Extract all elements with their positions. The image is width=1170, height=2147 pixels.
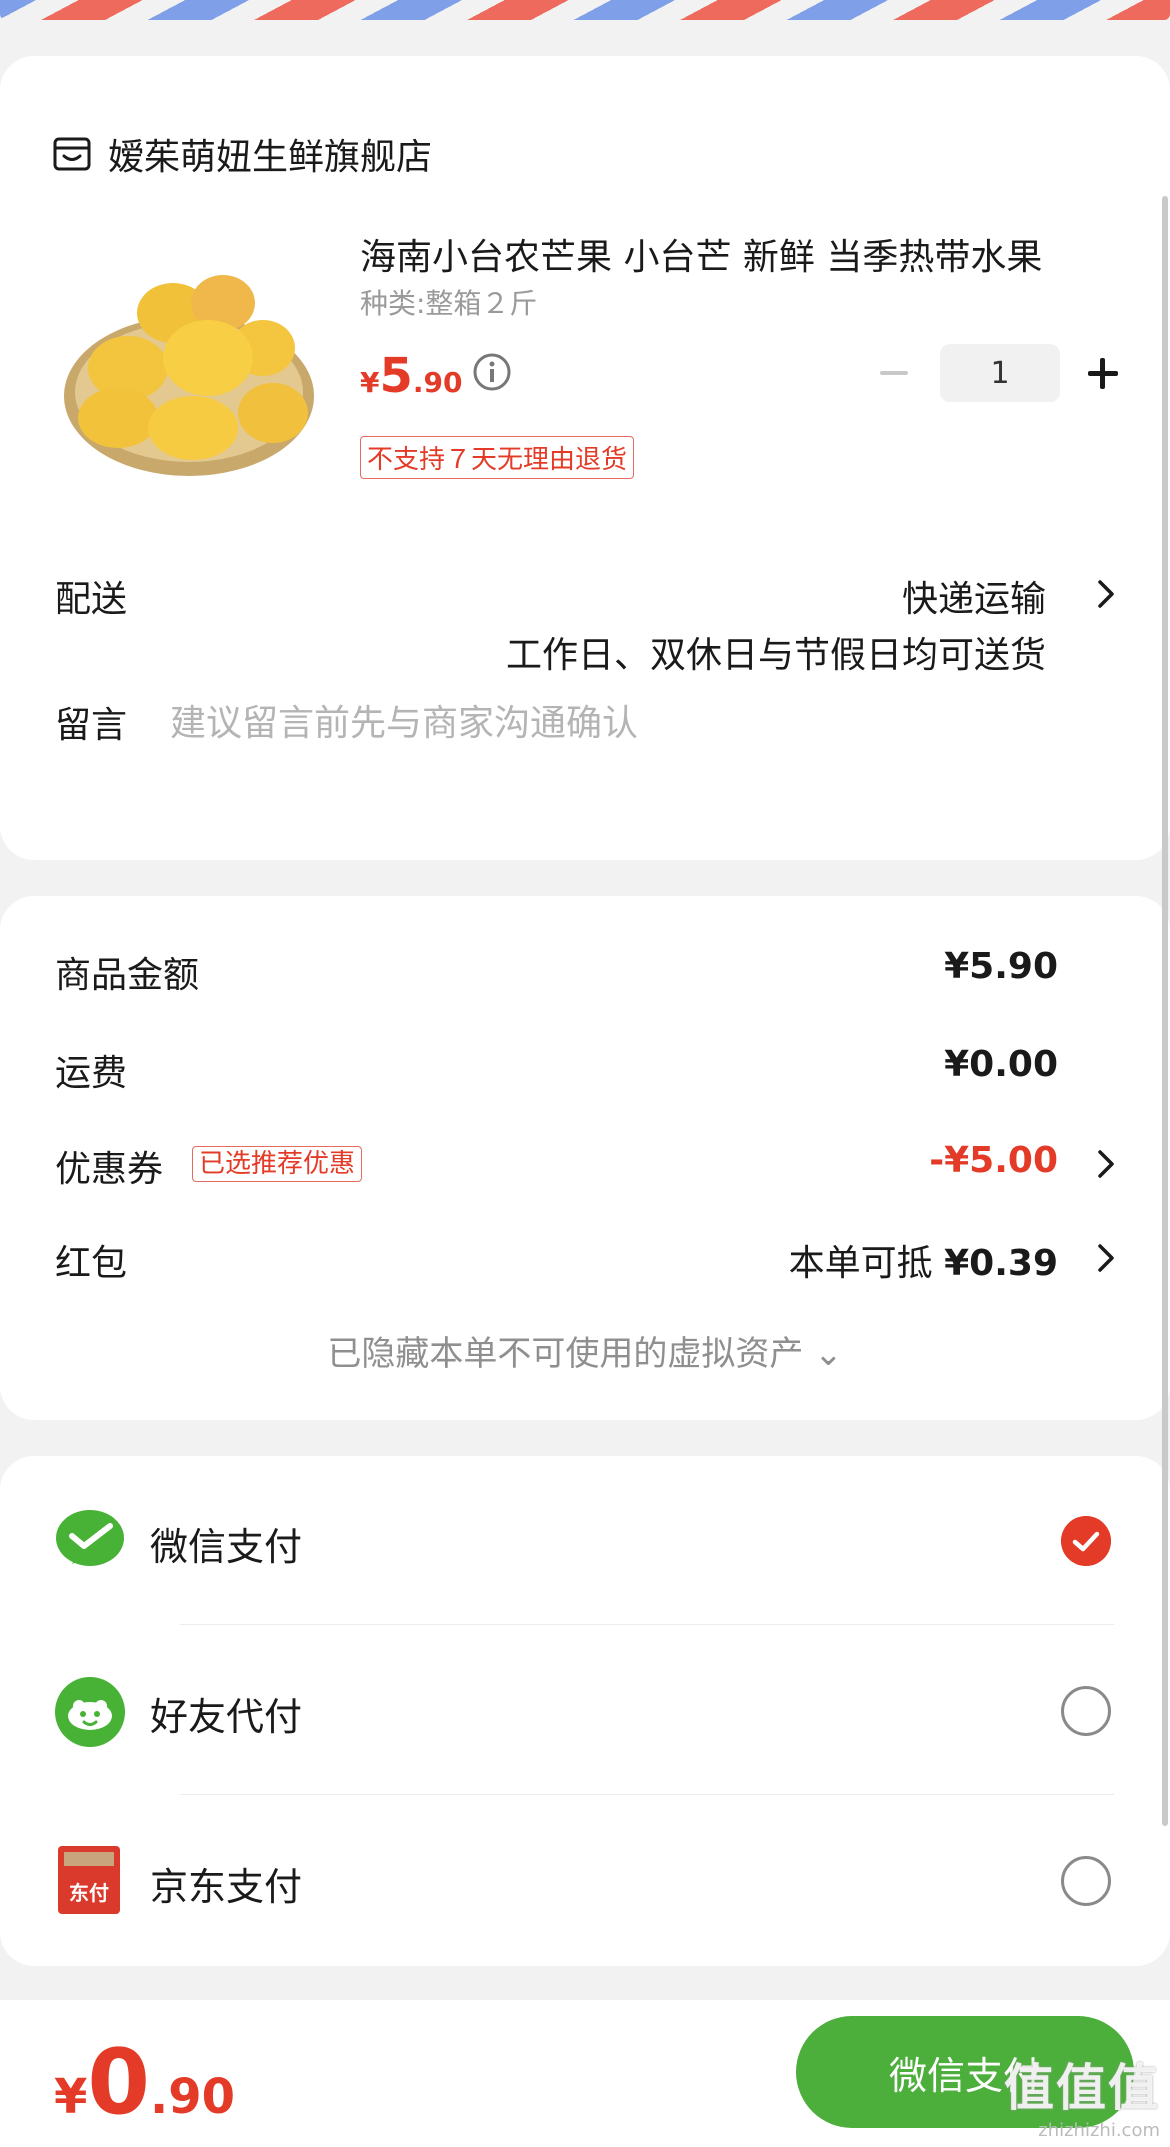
total-currency: ¥ bbox=[54, 2069, 88, 2125]
order-card: 嫒茱萌妞生鲜旗舰店 海南小台农芒果 小台芒 新鲜 当季热带水果 种类:整箱２斤 … bbox=[0, 56, 1170, 860]
chevron-right-icon[interactable] bbox=[1094, 1238, 1120, 1278]
divider bbox=[180, 1624, 1114, 1625]
wechat-pay-icon bbox=[56, 1510, 124, 1566]
payment-methods-card: 微信支付 好友代付 东付 京东支付 bbox=[0, 1456, 1170, 1966]
friend-pay-icon bbox=[55, 1677, 125, 1747]
hongbao-prefix: 本单可抵 bbox=[788, 1243, 933, 1284]
checkout-bar: ¥ 0 .90 微信支付 值值值 zhizhizhi.com bbox=[0, 2000, 1170, 2147]
product-image[interactable] bbox=[58, 248, 320, 480]
delivery-note: 工作日、双休日与节假日均可送货 bbox=[505, 635, 1046, 676]
scrollbar[interactable] bbox=[1162, 196, 1168, 1826]
delivery-method[interactable]: 快递运输 bbox=[902, 570, 1046, 622]
chevron-right-icon[interactable] bbox=[1094, 1144, 1120, 1184]
shop-header[interactable]: 嫒茱萌妞生鲜旗舰店 bbox=[52, 124, 432, 184]
coupon-amount[interactable]: -¥5.00 bbox=[929, 1140, 1058, 1181]
hongbao-label: 红包 bbox=[55, 1243, 128, 1284]
quantity-stepper: 1 bbox=[872, 344, 1124, 402]
hongbao-value[interactable]: 本单可抵 ¥0.39 bbox=[789, 1234, 1058, 1286]
total-decimal: .90 bbox=[150, 2069, 236, 2125]
divider bbox=[180, 1794, 1114, 1795]
product-price: ¥ 5 .90 bbox=[360, 348, 463, 404]
shop-name: 嫒茱萌妞生鲜旗舰店 bbox=[108, 137, 433, 178]
product-title[interactable]: 海南小台农芒果 小台芒 新鲜 当季热带水果 bbox=[360, 228, 1120, 280]
payment-option-wechat[interactable]: 微信支付 bbox=[0, 1456, 1170, 1626]
watermark-logo: 值值值 bbox=[1004, 2059, 1160, 2117]
coupon-label: 优惠券 bbox=[55, 1149, 164, 1190]
hidden-assets-toggle[interactable]: 已隐藏本单不可使用的虚拟资产 ⌄ bbox=[0, 1326, 1170, 1375]
payment-label: 好友代付 bbox=[150, 1695, 303, 1739]
watermark-url: zhizhizhi.com bbox=[1038, 2120, 1160, 2141]
info-icon[interactable] bbox=[472, 352, 512, 392]
delivery-label: 配送 bbox=[55, 579, 128, 620]
return-policy-badge: 不支持７天无理由退货 bbox=[360, 436, 635, 479]
increase-button[interactable] bbox=[1080, 345, 1124, 401]
message-label: 留言 bbox=[55, 705, 128, 746]
total-price: ¥ 0 .90 bbox=[54, 2030, 235, 2135]
radio-unchecked-icon[interactable] bbox=[1061, 1856, 1111, 1906]
price-currency: ¥ bbox=[360, 366, 380, 399]
airmail-border bbox=[0, 0, 1170, 20]
shipping-label: 运费 bbox=[55, 1053, 128, 1094]
product-spec: 种类:整箱２斤 bbox=[360, 287, 538, 320]
svg-text:东付: 东付 bbox=[69, 1881, 109, 1905]
payment-option-friend[interactable]: 好友代付 bbox=[0, 1626, 1170, 1796]
total-integer: 0 bbox=[87, 2030, 151, 2135]
price-summary-card: 商品金额 ¥5.90 运费 ¥0.00 优惠券 已选推荐优惠 -¥5.00 红包… bbox=[0, 896, 1170, 1420]
goods-amount: ¥5.90 bbox=[944, 946, 1058, 987]
shop-icon bbox=[53, 137, 91, 171]
jd-pay-icon: 东付 bbox=[58, 1846, 120, 1914]
price-decimal: .90 bbox=[412, 366, 463, 399]
quantity-value[interactable]: 1 bbox=[940, 344, 1060, 402]
hongbao-amount: ¥0.39 bbox=[944, 1243, 1058, 1284]
payment-label: 京东支付 bbox=[150, 1865, 303, 1909]
payment-option-jd[interactable]: 东付 京东支付 bbox=[0, 1796, 1170, 1966]
payment-label: 微信支付 bbox=[150, 1525, 303, 1569]
goods-amount-label: 商品金额 bbox=[55, 955, 200, 996]
message-input[interactable] bbox=[170, 688, 1070, 758]
chevron-right-icon[interactable] bbox=[1094, 574, 1120, 614]
radio-unchecked-icon[interactable] bbox=[1061, 1686, 1111, 1736]
shipping-amount: ¥0.00 bbox=[944, 1044, 1058, 1085]
radio-checked-icon[interactable] bbox=[1061, 1516, 1111, 1566]
coupon-tag: 已选推荐优惠 bbox=[192, 1146, 363, 1182]
price-integer: 5 bbox=[379, 348, 413, 404]
decrease-button[interactable] bbox=[872, 345, 916, 401]
watermark: 值值值 zhizhizhi.com bbox=[1004, 2048, 1160, 2141]
